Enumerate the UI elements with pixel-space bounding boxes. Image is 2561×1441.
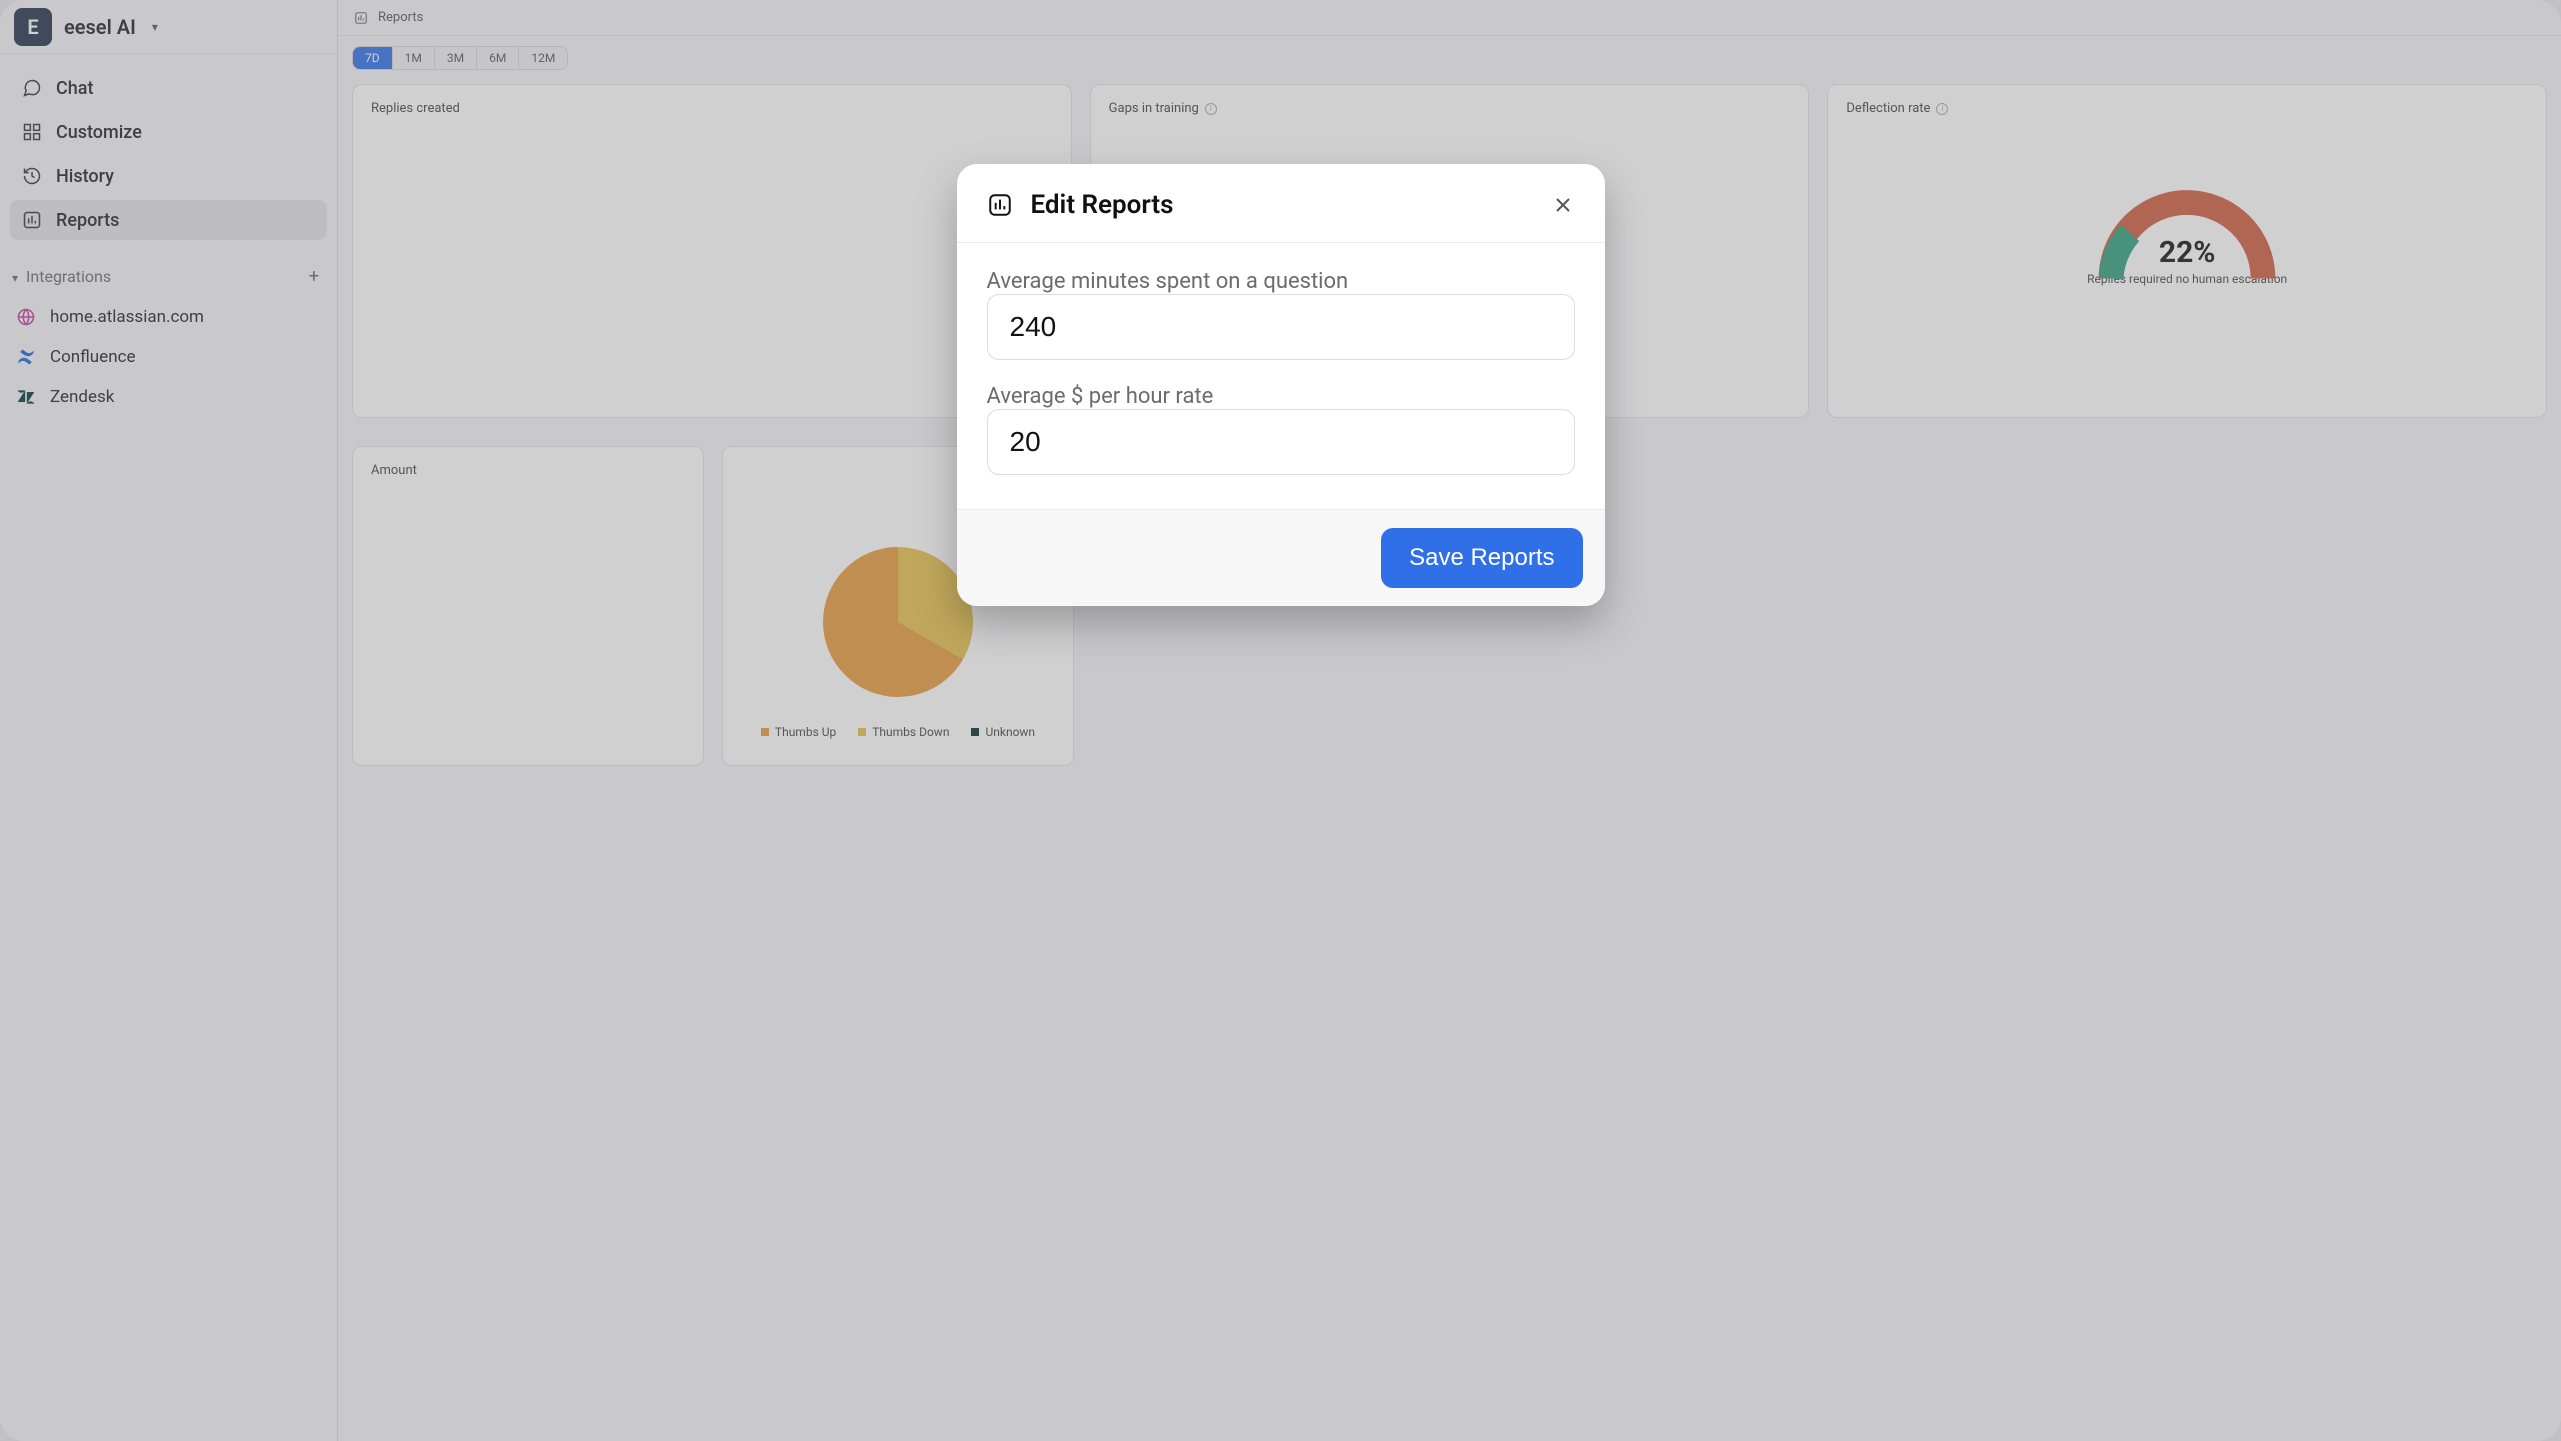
avg-minutes-input[interactable] bbox=[987, 294, 1575, 360]
save-reports-button[interactable]: Save Reports bbox=[1381, 528, 1582, 588]
reports-icon bbox=[987, 192, 1013, 218]
edit-reports-modal: Edit Reports Average minutes spent on a … bbox=[957, 164, 1605, 606]
modal-title: Edit Reports bbox=[1031, 190, 1533, 220]
modal-header: Edit Reports bbox=[957, 164, 1605, 243]
modal-body: Average minutes spent on a question Aver… bbox=[957, 243, 1605, 509]
modal-footer: Save Reports bbox=[957, 509, 1605, 606]
close-icon[interactable] bbox=[1551, 193, 1575, 217]
modal-overlay[interactable]: Edit Reports Average minutes spent on a … bbox=[0, 0, 2561, 1441]
avg-rate-input[interactable] bbox=[987, 409, 1575, 475]
avg-minutes-label: Average minutes spent on a question bbox=[987, 269, 1575, 294]
avg-rate-label: Average $ per hour rate bbox=[987, 384, 1575, 409]
